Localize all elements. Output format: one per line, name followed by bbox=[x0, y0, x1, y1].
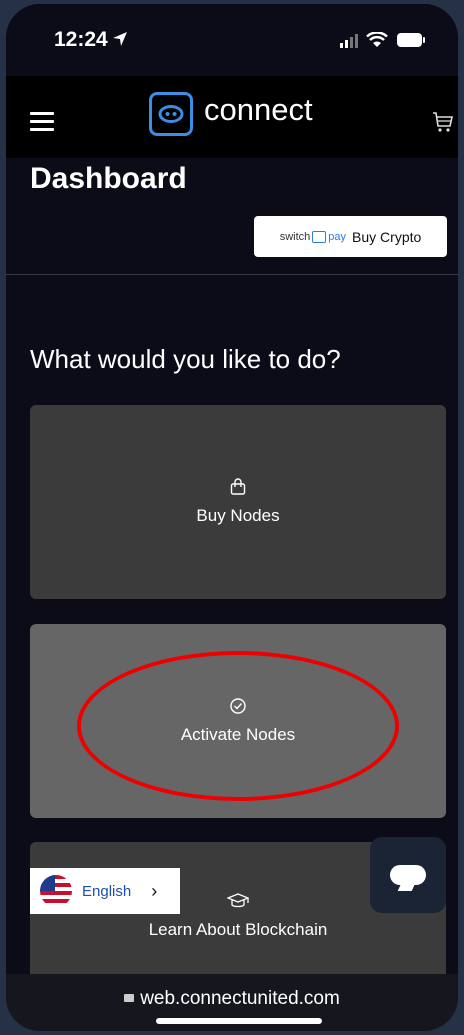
logo-text[interactable]: connect bbox=[204, 92, 313, 128]
wifi-icon bbox=[366, 32, 388, 47]
highlight-circle-annotation bbox=[77, 651, 399, 801]
language-label: English bbox=[82, 882, 132, 900]
chat-bubble-tail bbox=[397, 881, 417, 891]
phone-screen: 12:24 connect Dashboard switch pay Buy C… bbox=[6, 4, 458, 1031]
buy-crypto-button[interactable]: switch pay Buy Crypto bbox=[254, 216, 447, 257]
battery-icon bbox=[397, 33, 425, 47]
browser-address-bar[interactable]: web.connectunited.com bbox=[6, 974, 458, 1031]
divider bbox=[6, 274, 458, 275]
lock-icon bbox=[124, 994, 135, 1002]
graduation-cap-icon bbox=[227, 892, 249, 910]
shopping-bag-icon bbox=[229, 478, 247, 496]
language-selector[interactable]: English › bbox=[30, 868, 180, 914]
cellular-signal-icon bbox=[340, 34, 358, 48]
buy-nodes-label: Buy Nodes bbox=[196, 506, 280, 525]
section-heading: What would you like to do? bbox=[30, 344, 341, 374]
menu-icon[interactable] bbox=[30, 112, 54, 132]
chat-button[interactable] bbox=[370, 837, 446, 913]
switchpay-brand-right: pay bbox=[328, 230, 347, 243]
status-time: 12:24 bbox=[54, 28, 108, 51]
location-arrow-icon bbox=[113, 32, 127, 46]
site-header: connect bbox=[6, 76, 458, 158]
url-text: web.connectunited.com bbox=[140, 988, 340, 1009]
cart-icon[interactable] bbox=[431, 110, 455, 134]
switchpay-brand-left: switch bbox=[279, 230, 311, 243]
switchpay-logo: switch pay bbox=[279, 230, 347, 243]
buy-nodes-card[interactable]: Buy Nodes bbox=[30, 405, 446, 599]
us-flag-icon bbox=[40, 875, 72, 907]
page-title: Dashboard bbox=[30, 162, 187, 195]
buy-crypto-label: Buy Crypto bbox=[352, 228, 422, 245]
home-indicator[interactable] bbox=[156, 1018, 322, 1024]
status-bar: 12:24 bbox=[6, 4, 458, 76]
learn-blockchain-label: Learn About Blockchain bbox=[148, 920, 328, 939]
connect-logo-icon[interactable] bbox=[149, 92, 193, 136]
switchpay-box-icon bbox=[312, 230, 327, 243]
chevron-right-icon: › bbox=[151, 880, 158, 901]
